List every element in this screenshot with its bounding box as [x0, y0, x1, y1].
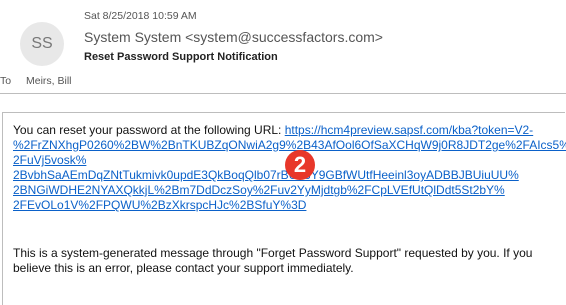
message-from[interactable]: System System <system@successfactors.com…	[84, 29, 383, 45]
message-header: SS Sat 8/25/2018 10:59 AM System System …	[0, 0, 566, 100]
link-line: 2BNGiWDHE2NYAXQkkjL%2Bm7DdDczSoy%2Fuv2Yy…	[13, 183, 505, 197]
message-date: Sat 8/25/2018 10:59 AM	[84, 10, 197, 22]
message-subject: Reset Password Support Notification	[84, 51, 278, 63]
link-line: 2FuVj5vosk%	[13, 153, 87, 167]
link-line: 2FEvOLo1V%2FPQWU%2BzXkrspcHJc%2BSfuY%3D	[13, 198, 307, 212]
recipient-name[interactable]: Meirs, Bill	[26, 75, 72, 87]
notice-text: This is a system-generated message throu…	[13, 246, 533, 275]
intro-text: You can reset your password at the follo…	[13, 123, 282, 137]
to-label: To	[0, 75, 12, 87]
link-line: https://hcm4preview.sapsf.com/kba?token=…	[284, 123, 534, 137]
step-2-badge: 2	[285, 150, 315, 180]
header-divider	[0, 93, 566, 94]
link-line: 2BvbhSaAEmDqZNtTukmivk0updE3QkBoqQlb07rB…	[13, 168, 519, 182]
recipient-row: To Meirs, Bill	[0, 75, 72, 87]
link-line: %2FrZNXhgP0260%2BW%2BnTKUBZqONwiA2g9%2B4…	[13, 138, 566, 152]
sender-avatar[interactable]: SS	[20, 22, 64, 66]
